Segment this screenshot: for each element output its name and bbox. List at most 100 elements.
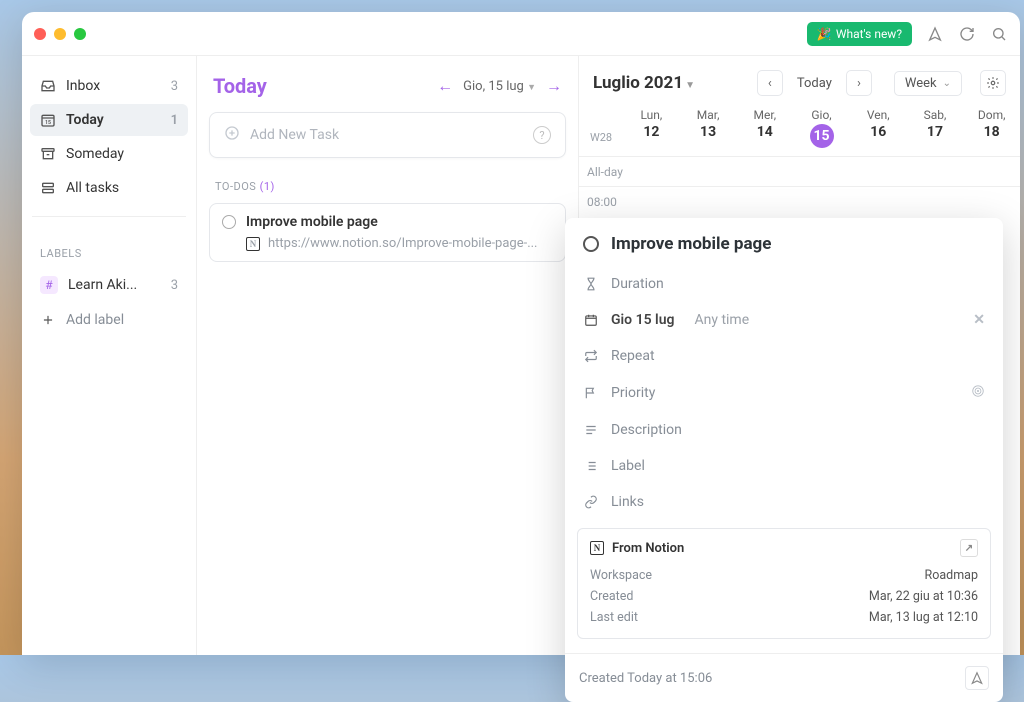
panel-footer: Created Today at 15:06 [565, 653, 1003, 702]
sidebar-item-today[interactable]: 15 Today 1 [30, 104, 188, 136]
task-meta: N https://www.notion.so/Improve-mobile-p… [222, 236, 553, 251]
date-value: Gio 15 lug [611, 312, 674, 328]
brand-icon[interactable] [926, 26, 944, 42]
day-column[interactable]: Dom, 18 [963, 108, 1020, 148]
clear-date-button[interactable]: ✕ [973, 312, 985, 328]
panel-title[interactable]: Improve mobile page [611, 234, 771, 254]
day-column[interactable]: Gio,15 [793, 108, 850, 148]
sidebar-item-label: Learn Aki... [68, 277, 137, 293]
open-external-icon[interactable]: ↗ [960, 539, 978, 557]
day-name: Mer, [736, 108, 793, 122]
sidebar-item-label: Today [66, 112, 104, 128]
label-label: Label [611, 458, 645, 474]
sidebar-item-someday[interactable]: Someday [30, 138, 188, 170]
page-title: Today [213, 74, 267, 98]
chevron-down-icon: ⌄ [943, 78, 951, 89]
repeat-row[interactable]: Repeat [565, 338, 1003, 374]
window-controls [34, 28, 86, 40]
notion-source-box: N From Notion ↗ Workspace Roadmap Create… [577, 528, 991, 639]
repeat-label: Repeat [611, 348, 655, 364]
sidebar: Inbox 3 15 Today 1 Someday All t [22, 56, 197, 655]
add-label-button[interactable]: Add label [30, 304, 188, 336]
calendar-nav: ‹ Today › [757, 70, 872, 96]
label-row[interactable]: Label [565, 448, 1003, 484]
day-column[interactable]: Sab,17 [907, 108, 964, 148]
notion-workspace-row: Workspace Roadmap [590, 565, 978, 586]
brand-icon[interactable] [965, 666, 989, 690]
prev-week-button[interactable]: ‹ [757, 70, 783, 96]
close-icon[interactable] [34, 28, 46, 40]
sidebar-item-label: All tasks [66, 180, 119, 196]
today-button[interactable]: Today [787, 72, 842, 95]
day-name: Dom, [963, 108, 1020, 122]
notion-icon: N [246, 237, 260, 251]
day-column[interactable]: Ven,16 [850, 108, 907, 148]
whats-new-button[interactable]: 🎉 What's new? [807, 22, 912, 46]
next-day-button[interactable]: → [546, 76, 562, 96]
days-row: W28 Lun, 12Mar,13Mer, 14Gio,15Ven,16Sab,17… [579, 108, 1020, 157]
minimize-icon[interactable] [54, 28, 66, 40]
todos-section-label: TO-DOS (1) [215, 180, 560, 193]
sidebar-item-count: 1 [171, 113, 178, 128]
allday-label: All-day [579, 157, 639, 186]
allday-row: All-day [579, 157, 1020, 187]
notion-head-label: From Notion [612, 541, 684, 556]
task-checkbox[interactable] [222, 215, 236, 229]
divider [32, 216, 186, 217]
day-number: 14 [736, 124, 793, 140]
day-number: 18 [963, 124, 1020, 140]
sidebar-label-item[interactable]: # Learn Aki... 3 [30, 268, 188, 302]
description-label: Description [611, 422, 682, 438]
add-task-input[interactable]: Add New Task ? [209, 112, 566, 158]
view-select[interactable]: Week ⌄ [894, 71, 962, 96]
add-task-placeholder: Add New Task [250, 127, 339, 143]
notion-created-row: Created Mar, 22 giu at 10:36 [590, 586, 978, 607]
search-icon[interactable] [990, 26, 1008, 42]
sidebar-item-inbox[interactable]: Inbox 3 [30, 70, 188, 102]
created-timestamp: Created Today at 15:06 [579, 671, 712, 686]
prev-day-button[interactable]: ← [437, 76, 453, 96]
day-number: 12 [623, 124, 680, 140]
sync-icon[interactable] [958, 26, 976, 42]
day-name: Mar, [680, 108, 737, 122]
day-name: Lun, [623, 108, 680, 122]
stack-icon [40, 180, 56, 196]
titlebar-icons [926, 26, 1008, 42]
date-row[interactable]: Gio 15 lug Any time ✕ [565, 302, 1003, 338]
links-row[interactable]: Links [565, 484, 1003, 520]
next-week-button[interactable]: › [846, 70, 872, 96]
week-number: W28 [579, 108, 623, 148]
svg-text:15: 15 [45, 120, 51, 126]
plus-icon [40, 313, 56, 327]
current-date[interactable]: Gio, 15 lug ▼ [463, 79, 536, 94]
priority-row[interactable]: Priority [565, 374, 1003, 412]
notion-edit-row: Last edit Mar, 13 lug at 12:10 [590, 607, 978, 628]
time-label: 08:00 [579, 187, 639, 217]
help-icon[interactable]: ? [533, 126, 551, 144]
link-icon [583, 495, 599, 509]
hourglass-icon [583, 277, 599, 291]
center-header: Today ← Gio, 15 lug ▼ → [209, 74, 566, 98]
sparkle-icon: 🎉 [817, 27, 832, 41]
list-icon [583, 459, 599, 473]
notion-icon: N [590, 541, 604, 555]
day-name: Gio, [793, 108, 850, 122]
day-number: 16 [850, 124, 907, 140]
duration-row[interactable]: Duration [565, 266, 1003, 302]
day-column[interactable]: Mer, 14 [736, 108, 793, 148]
flag-icon [583, 386, 599, 400]
whats-new-label: What's new? [836, 27, 902, 41]
day-column[interactable]: Mar,13 [680, 108, 737, 148]
target-icon[interactable] [971, 384, 985, 402]
description-row[interactable]: Description [565, 412, 1003, 448]
task-card[interactable]: Improve mobile page N https://www.notion… [209, 203, 566, 262]
duration-label: Duration [611, 276, 664, 292]
calendar-title[interactable]: Luglio 2021▼ [593, 73, 695, 93]
maximize-icon[interactable] [74, 28, 86, 40]
day-column[interactable]: Lun, 12 [623, 108, 680, 148]
panel-checkbox[interactable] [583, 236, 599, 252]
priority-label: Priority [611, 385, 655, 401]
panel-title-row: Improve mobile page [565, 232, 1003, 266]
calendar-settings-button[interactable] [980, 70, 1006, 96]
sidebar-item-alltasks[interactable]: All tasks [30, 172, 188, 204]
